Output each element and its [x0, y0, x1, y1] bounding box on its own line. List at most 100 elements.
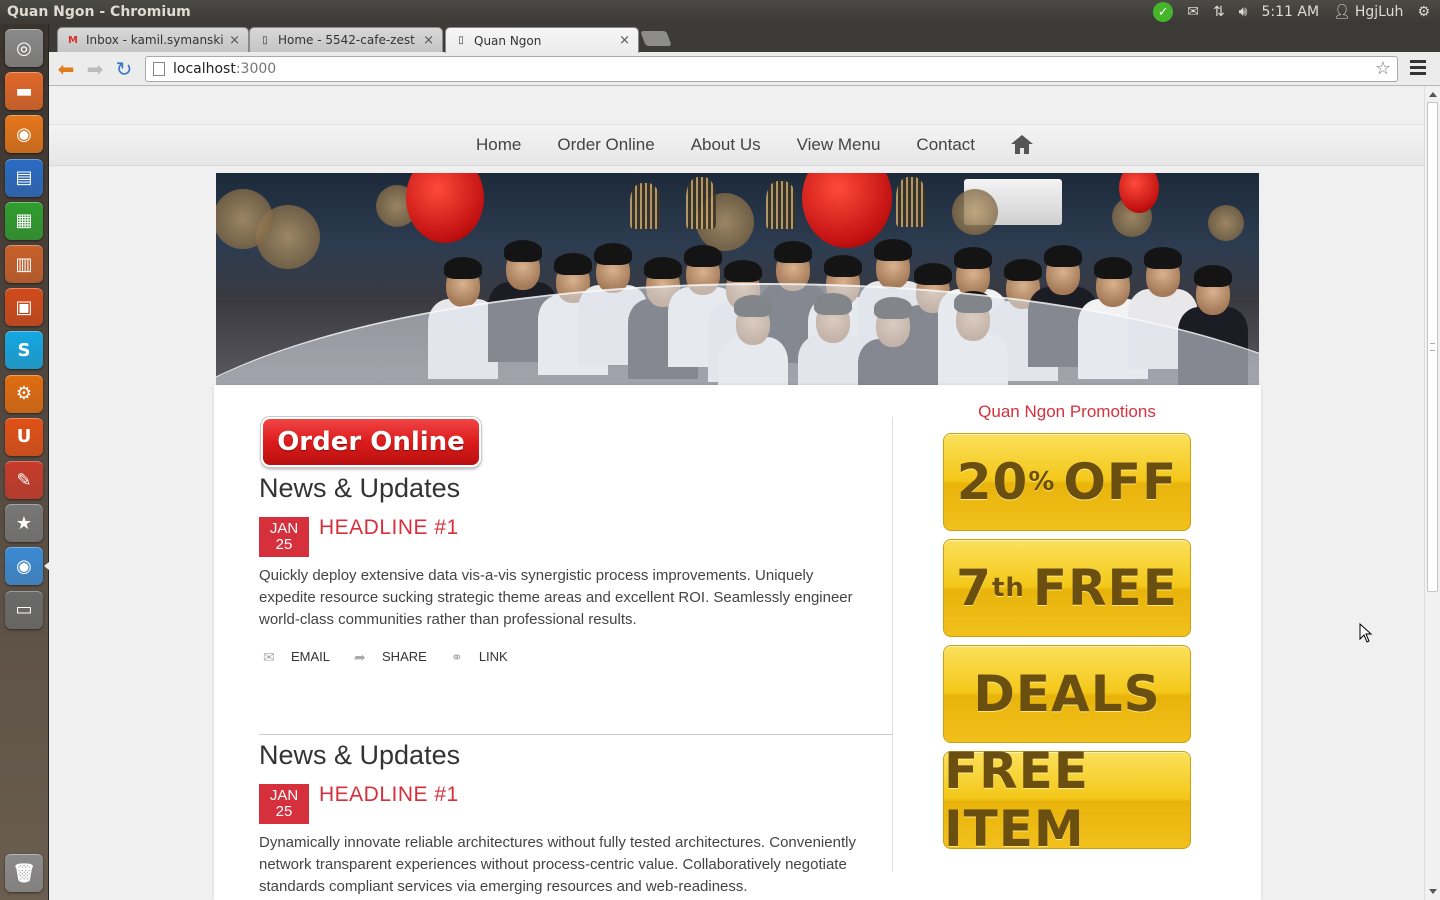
- close-icon[interactable]: ×: [423, 33, 434, 48]
- promotions-title: Quan Ngon Promotions: [978, 402, 1156, 421]
- page-icon: ▯: [262, 34, 268, 46]
- firefox-icon[interactable]: ◉: [5, 115, 43, 154]
- site-nav: Home Order Online About Us View Menu Con…: [476, 135, 1034, 155]
- tab-label: Home - 5542-cafe-zest: [278, 33, 415, 47]
- nav-order-online[interactable]: Order Online: [557, 135, 654, 155]
- page-icon: ▯: [458, 35, 464, 46]
- bird-cage: [766, 181, 796, 229]
- news-body: Dynamically innovate reliable architectu…: [259, 834, 856, 895]
- workspaces-icon[interactable]: ▭: [5, 590, 43, 629]
- news-headline[interactable]: HEADLINE #1: [319, 516, 459, 540]
- scroll-down-arrow-icon[interactable]: [1429, 889, 1437, 894]
- dash-home-icon[interactable]: ◎: [5, 29, 43, 67]
- bird-cage: [896, 177, 926, 227]
- promo-free-item[interactable]: FREE ITEM: [943, 742, 1191, 858]
- ubuntu-one-icon[interactable]: U: [5, 417, 43, 456]
- new-tab-button[interactable]: [640, 31, 672, 46]
- user-name: HgjLuh: [1354, 4, 1404, 20]
- skype-icon[interactable]: S: [5, 331, 43, 370]
- home-icon[interactable]: [1011, 135, 1034, 155]
- hat-decor: [952, 189, 998, 235]
- page-icon: [153, 62, 165, 76]
- person-hair: [1004, 259, 1042, 281]
- calc-icon[interactable]: ▦: [5, 201, 43, 240]
- news-item: News & Updates JAN 25 HEADLINE #1 Dynami…: [259, 736, 892, 900]
- red-lantern: [406, 173, 484, 243]
- email-icon: ✉: [263, 648, 275, 665]
- site-navbar: Home Order Online About Us View Menu Con…: [49, 124, 1424, 166]
- system-gear-icon[interactable]: ⚙: [1417, 4, 1430, 20]
- files-icon[interactable]: ▬: [5, 72, 43, 111]
- date-month: JAN: [269, 787, 299, 804]
- starred-icon[interactable]: ★: [5, 504, 43, 543]
- impress-icon[interactable]: ▥: [5, 245, 43, 283]
- tab-home-cafe[interactable]: ▯ Home - 5542-cafe-zest ×: [249, 27, 443, 52]
- nav-about-us[interactable]: About Us: [691, 135, 761, 155]
- url-port: :3000: [235, 61, 277, 77]
- share-link[interactable]: SHARE: [382, 649, 427, 664]
- volume-icon[interactable]: 🔊︎: [1239, 4, 1248, 20]
- forward-arrow-icon[interactable]: ➡: [84, 57, 106, 81]
- scroll-thumb[interactable]: [1427, 102, 1438, 592]
- url-host: localhost: [173, 61, 236, 77]
- promo-main: 7: [956, 559, 992, 617]
- software-center-icon[interactable]: ▣: [5, 288, 43, 327]
- share-icon: ➦: [354, 648, 366, 665]
- back-arrow-icon[interactable]: ⬅: [55, 57, 77, 81]
- browser-toolbar: ⬅ ➡ ↻ localhost:3000 ☆: [49, 52, 1440, 86]
- clock[interactable]: 5:11 AM: [1262, 4, 1320, 20]
- settings-icon[interactable]: ⚙: [5, 374, 43, 413]
- browser-window: M Inbox - kamil.symanski@gr × ▯ Home - 5…: [49, 24, 1440, 900]
- person-hair: [954, 247, 992, 269]
- tab-inbox[interactable]: M Inbox - kamil.symanski@gr ×: [57, 27, 249, 52]
- date-badge: JAN 25: [259, 517, 309, 557]
- email-link[interactable]: EMAIL: [291, 649, 330, 664]
- window-title: Quan Ngon - Chromium: [7, 4, 191, 20]
- promo-20-off[interactable]: 20% OFF: [943, 433, 1191, 531]
- chromium-icon[interactable]: ◉: [5, 547, 43, 586]
- sync-ok-icon[interactable]: ✓: [1153, 2, 1174, 22]
- person-hair: [444, 257, 482, 279]
- promo-7th-free[interactable]: 7th FREE: [943, 539, 1191, 637]
- person-hair: [644, 257, 682, 279]
- vertical-scrollbar[interactable]: [1424, 86, 1440, 900]
- close-icon[interactable]: ×: [619, 33, 630, 48]
- person-hair: [824, 255, 862, 277]
- close-icon[interactable]: ×: [229, 33, 240, 48]
- address-bar[interactable]: localhost:3000 ☆: [145, 56, 1398, 82]
- writer-icon[interactable]: ▤: [5, 158, 43, 197]
- date-day: 25: [275, 536, 293, 553]
- person-hair: [1194, 265, 1232, 287]
- tools-icon[interactable]: ✎: [5, 461, 43, 499]
- news-heading: News & Updates: [259, 740, 461, 770]
- bookmark-star-icon[interactable]: ☆: [1375, 58, 1391, 79]
- nav-view-menu[interactable]: View Menu: [797, 135, 881, 155]
- mail-icon[interactable]: ✉: [1187, 4, 1199, 20]
- person-hair: [1144, 247, 1182, 269]
- scroll-up-arrow-icon[interactable]: [1429, 92, 1437, 97]
- promo-sup: %: [1028, 467, 1056, 497]
- tab-quan-ngon[interactable]: ▯ Quan Ngon ×: [445, 27, 639, 53]
- content-panel: Order Online News & Updates JAN 25 HEADL…: [214, 385, 1261, 900]
- reload-icon[interactable]: ↻: [113, 57, 135, 81]
- nav-home[interactable]: Home: [476, 135, 521, 155]
- browser-menu-icon[interactable]: [1410, 60, 1426, 75]
- mouse-cursor-icon: [1359, 623, 1373, 643]
- trash-icon[interactable]: 🗑︎: [5, 854, 43, 892]
- nav-contact[interactable]: Contact: [916, 135, 975, 155]
- promo-sup: th: [991, 573, 1025, 603]
- promo-deals[interactable]: DEALS: [943, 645, 1191, 743]
- news-headline[interactable]: HEADLINE #1: [319, 783, 459, 807]
- page-viewport: Home Order Online About Us View Menu Con…: [49, 86, 1424, 900]
- network-icon[interactable]: ⇅: [1213, 4, 1225, 20]
- person-hair: [774, 241, 812, 263]
- user-menu[interactable]: 👤︎ HgjLuh: [1333, 4, 1403, 20]
- tab-label: Inbox - kamil.symanski@gr: [86, 33, 224, 47]
- permalink-link[interactable]: LINK: [479, 649, 508, 664]
- person-hair: [504, 240, 542, 262]
- person-hair: [594, 243, 632, 265]
- date-badge: JAN 25: [259, 784, 309, 824]
- link-icon: ⚭: [450, 648, 463, 665]
- promo-main: 20: [956, 453, 1029, 511]
- news-divider: [259, 734, 892, 735]
